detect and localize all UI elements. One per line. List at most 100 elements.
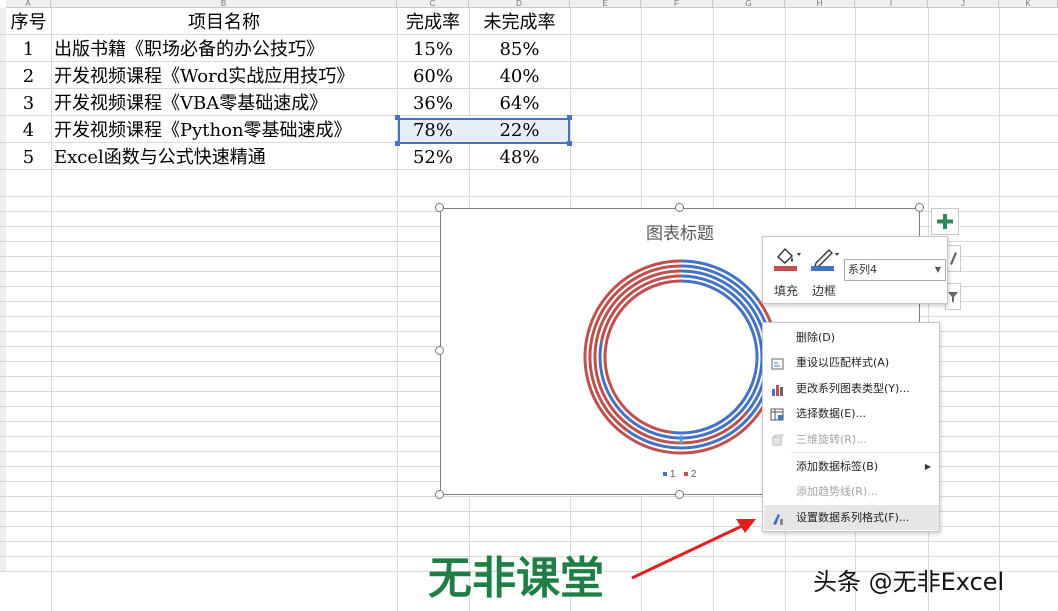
donut-slice-s5-2[interactable]: [603, 279, 681, 434]
incomplete-rate-cell[interactable]: 48%: [469, 144, 570, 171]
donut-slice-s4-2[interactable]: [599, 274, 681, 343]
row-number-cell[interactable]: 5: [6, 144, 51, 171]
column-header-d[interactable]: D: [469, 0, 570, 8]
selected-range-c5-d5[interactable]: [398, 118, 570, 144]
legend-entry-1[interactable]: 1: [663, 469, 676, 480]
donut-slice-s5-1[interactable]: [671, 279, 759, 435]
chart-resize-handle[interactable]: [435, 490, 444, 499]
project-name-cell[interactable]: 开发视频课程《Word实战应用技巧》: [54, 63, 400, 90]
row-header-16[interactable]: [0, 317, 6, 332]
row-header-24[interactable]: [0, 437, 6, 452]
completion-rate-cell[interactable]: 36%: [397, 90, 469, 117]
range-handle[interactable]: [567, 141, 572, 146]
row-header-31[interactable]: [0, 542, 6, 557]
completion-rate-cell[interactable]: 60%: [397, 63, 469, 90]
row-header-27[interactable]: [0, 482, 6, 497]
row-header-21[interactable]: [0, 392, 6, 407]
row-number-cell[interactable]: 1: [6, 36, 51, 63]
row-header-20[interactable]: [0, 377, 6, 392]
chart-elements-button[interactable]: [931, 208, 959, 235]
row-header-15[interactable]: [0, 302, 6, 317]
legend-label: 2: [690, 469, 697, 480]
column-header-g[interactable]: G: [713, 0, 785, 8]
row-header-8[interactable]: [0, 197, 6, 212]
project-name-cell[interactable]: 开发视频课程《Python零基础速成》: [54, 117, 400, 144]
row-header-10[interactable]: [0, 227, 6, 242]
row-header-18[interactable]: [0, 347, 6, 362]
row-number-cell[interactable]: 3: [6, 90, 51, 117]
grid-line: [6, 196, 1058, 197]
row-header-22[interactable]: [0, 407, 6, 422]
pen-icon: [811, 249, 839, 271]
row-number-cell[interactable]: 2: [6, 63, 51, 90]
project-name-cell[interactable]: Excel函数与公式快速精通: [54, 144, 400, 171]
header-cell-done[interactable]: 完成率: [397, 9, 469, 36]
series-selection-marker: [679, 435, 683, 439]
row-header-30[interactable]: [0, 527, 6, 542]
row-header-19[interactable]: [0, 362, 6, 377]
row-header-29[interactable]: [0, 512, 6, 527]
border-button[interactable]: 边框: [809, 243, 839, 299]
format-series-icon: [770, 510, 785, 525]
header-cell-no[interactable]: 序号: [6, 9, 51, 36]
chart-resize-handle[interactable]: [675, 203, 684, 212]
column-header-c[interactable]: C: [397, 0, 469, 8]
fill-button[interactable]: 填充: [771, 243, 801, 299]
row-header-14[interactable]: [0, 287, 6, 302]
column-header-h[interactable]: H: [785, 0, 855, 8]
column-header-a[interactable]: A: [6, 0, 51, 8]
project-name-cell[interactable]: 出版书籍《职场必备的办公技巧》: [54, 36, 400, 63]
chart-resize-handle[interactable]: [435, 203, 444, 212]
column-header-k[interactable]: K: [999, 0, 1058, 8]
range-handle[interactable]: [567, 115, 572, 120]
header-cell-undone[interactable]: 未完成率: [469, 9, 570, 36]
project-name-cell[interactable]: 开发视频课程《VBA零基础速成》: [54, 90, 400, 117]
range-handle[interactable]: [395, 141, 400, 146]
chart-resize-handle[interactable]: [435, 346, 444, 355]
row-header-12[interactable]: [0, 257, 6, 272]
chart-legend[interactable]: 1 2: [663, 469, 696, 480]
chevron-down-icon: ▼: [934, 265, 941, 274]
series-dropdown[interactable]: 系列4 ▼: [844, 259, 946, 281]
menu-item-3[interactable]: 更改系列图表类型(Y)...: [764, 376, 939, 401]
chart-resize-handle[interactable]: [675, 490, 684, 499]
incomplete-rate-cell[interactable]: 40%: [469, 63, 570, 90]
chart-resize-handle[interactable]: [915, 203, 924, 212]
row-header-13[interactable]: [0, 272, 6, 287]
row-header-28[interactable]: [0, 497, 6, 512]
donut-slice-s2-1[interactable]: [626, 264, 774, 450]
column-header-f[interactable]: F: [641, 0, 713, 8]
header-cell-name[interactable]: 项目名称: [51, 9, 397, 36]
incomplete-rate-cell[interactable]: 64%: [469, 90, 570, 117]
menu-item-4[interactable]: 选择数据(E)...: [764, 401, 939, 426]
donut-slice-s3-2[interactable]: [593, 269, 749, 445]
menu-item-8[interactable]: 设置数据系列格式(F)...: [764, 505, 939, 530]
series-dropdown-value: 系列4: [848, 263, 877, 276]
row-header-32[interactable]: [0, 557, 6, 572]
menu-item-1[interactable]: 删除(D): [764, 325, 939, 350]
row-header-17[interactable]: [0, 332, 6, 347]
menu-separator: [791, 452, 939, 453]
menu-item-2[interactable]: 重设以匹配样式(A): [764, 350, 939, 375]
filter-icon: [948, 292, 958, 302]
row-header-25[interactable]: [0, 452, 6, 467]
range-handle[interactable]: [395, 115, 400, 120]
plus-icon: [937, 214, 953, 229]
row-header-11[interactable]: [0, 242, 6, 257]
doughnut-plot[interactable]: [581, 257, 781, 457]
column-header-i[interactable]: I: [855, 0, 928, 8]
column-header-j[interactable]: J: [928, 0, 999, 8]
row-header-23[interactable]: [0, 422, 6, 437]
row-header-7[interactable]: [0, 170, 6, 197]
column-header-e[interactable]: E: [570, 0, 641, 8]
menu-item-6[interactable]: 添加数据标签(B) ▶: [764, 454, 939, 479]
completion-rate-cell[interactable]: 52%: [397, 144, 469, 171]
legend-entry-2[interactable]: 2: [683, 469, 697, 480]
menu-item-label: 选择数据(E)...: [796, 407, 867, 420]
row-number-cell[interactable]: 4: [6, 117, 51, 144]
row-header-9[interactable]: [0, 212, 6, 227]
column-header-b[interactable]: B: [51, 0, 397, 8]
incomplete-rate-cell[interactable]: 85%: [469, 36, 570, 63]
completion-rate-cell[interactable]: 15%: [397, 36, 469, 63]
row-header-26[interactable]: [0, 467, 6, 482]
